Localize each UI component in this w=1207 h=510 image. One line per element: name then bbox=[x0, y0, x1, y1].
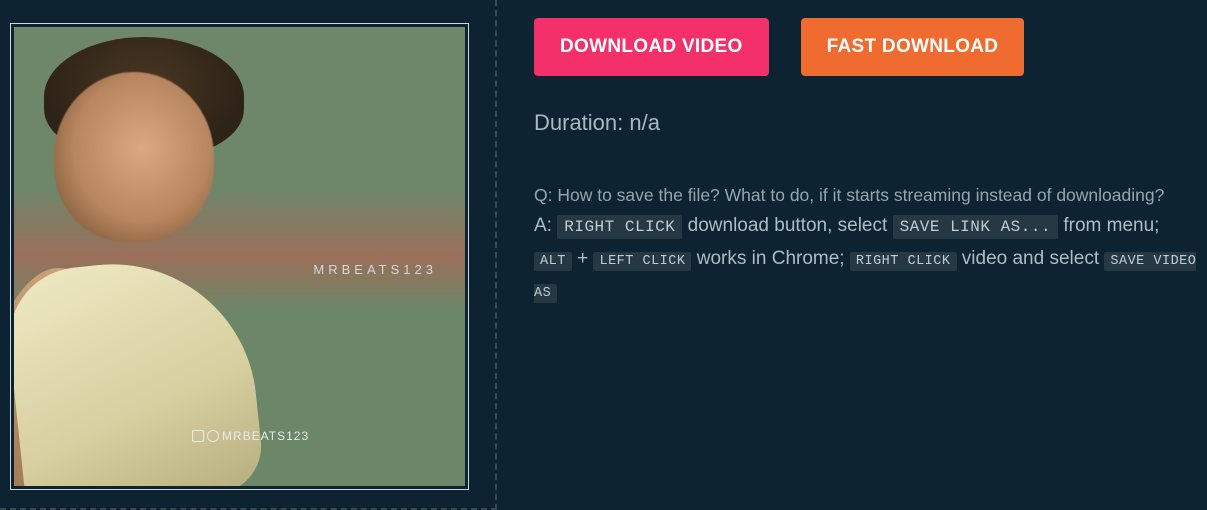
thumbnail-frame[interactable]: MRBEATS123 MRBEATS123 bbox=[10, 23, 469, 490]
duration-label: Duration: n/a bbox=[534, 110, 1197, 136]
instagram-icon bbox=[192, 430, 204, 442]
kbd-right-click-2: RIGHT CLICK bbox=[850, 252, 957, 271]
fast-download-button[interactable]: FAST DOWNLOAD bbox=[801, 18, 1025, 76]
circle-icon bbox=[207, 430, 219, 442]
watermark-text-top: MRBEATS123 bbox=[313, 262, 437, 277]
kbd-save-link-as: SAVE LINK AS... bbox=[893, 215, 1059, 239]
video-thumbnail[interactable]: MRBEATS123 MRBEATS123 bbox=[14, 27, 465, 486]
watermark-text-bottom: MRBEATS123 bbox=[192, 429, 309, 443]
faq-answer: A: RIGHT CLICK download button, select S… bbox=[534, 210, 1197, 308]
kbd-right-click: RIGHT CLICK bbox=[557, 215, 682, 239]
button-row: DOWNLOAD VIDEO FAST DOWNLOAD bbox=[534, 18, 1197, 76]
kbd-alt: ALT bbox=[534, 252, 572, 271]
kbd-left-click: LEFT CLICK bbox=[593, 252, 691, 271]
faq-block: Q: How to save the file? What to do, if … bbox=[534, 180, 1197, 308]
thumbnail-dashed-container: MRBEATS123 MRBEATS123 bbox=[0, 0, 497, 510]
download-video-button[interactable]: DOWNLOAD VIDEO bbox=[534, 18, 769, 76]
faq-question: Q: How to save the file? What to do, if … bbox=[534, 180, 1197, 210]
